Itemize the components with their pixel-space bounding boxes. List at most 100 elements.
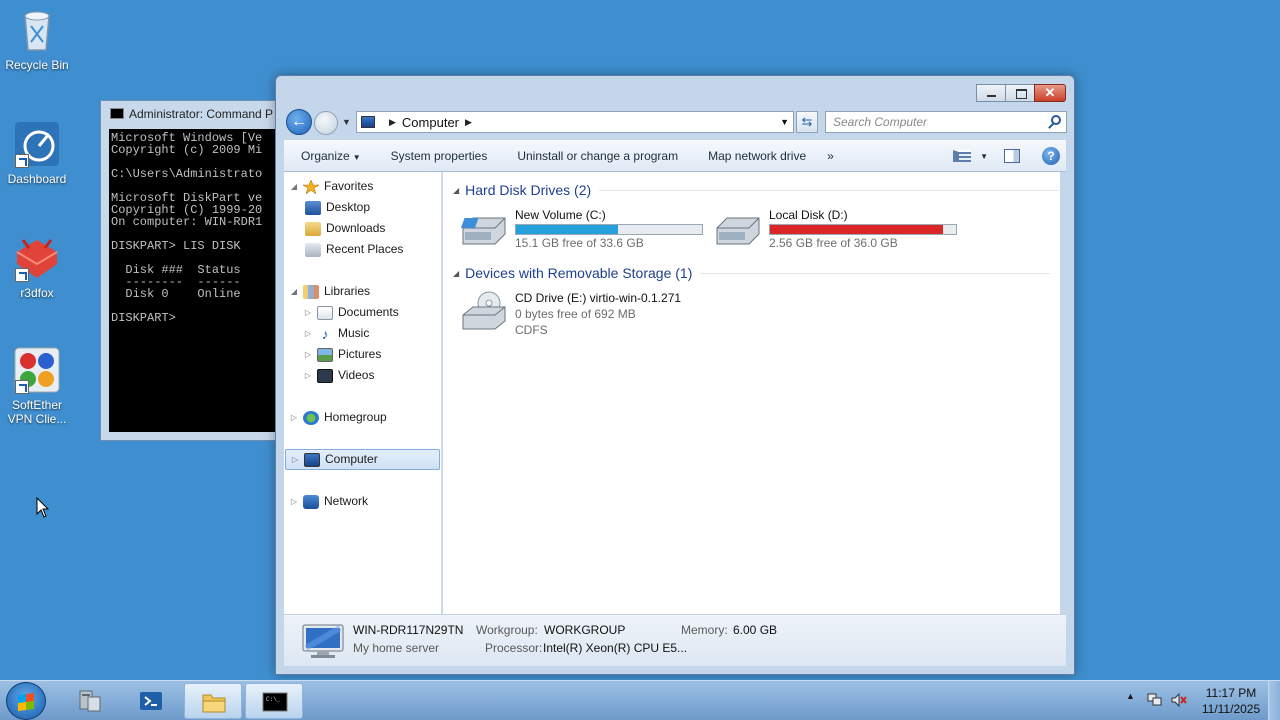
group-header-removable[interactable]: ◢ Devices with Removable Storage (1) — [453, 263, 1051, 283]
change-view-icon[interactable] — [953, 150, 972, 162]
recent-pages-dropdown[interactable]: ▼ — [342, 117, 351, 127]
nav-item-videos[interactable]: ▷ Videos — [302, 365, 374, 386]
star-icon — [303, 179, 319, 194]
uninstall-program-button[interactable]: Uninstall or change a program — [502, 149, 693, 163]
drive-d[interactable]: Local Disk (D:) 2.56 GB free of 36.0 GB — [715, 208, 957, 264]
help-icon[interactable]: ? — [1042, 147, 1060, 165]
group-divider — [700, 272, 1051, 274]
organize-button[interactable]: Organize ▼ — [284, 149, 376, 163]
group-divider — [599, 189, 1060, 191]
breadcrumb-chevron-icon[interactable]: ▶ — [389, 117, 396, 128]
navigation-pane[interactable]: ◢ Favorites Desktop Downloads Recent Pla… — [284, 172, 442, 614]
start-button[interactable] — [6, 682, 46, 720]
cmd-icon — [110, 108, 124, 119]
nav-item-homegroup[interactable]: ▷ Homegroup — [288, 407, 387, 428]
mouse-cursor-icon — [36, 497, 50, 518]
drive-c[interactable]: New Volume (C:) 15.1 GB free of 33.6 GB — [461, 208, 703, 264]
search-placeholder: Search Computer — [833, 115, 928, 129]
breadcrumb-computer[interactable]: Computer — [402, 115, 459, 130]
close-button[interactable]: ✕ — [1034, 84, 1066, 102]
window-controls: ✕ — [976, 84, 1066, 102]
address-bar[interactable]: ▶ Computer ▶ ▼ — [356, 111, 794, 133]
nav-item-desktop[interactable]: Desktop — [302, 197, 370, 218]
desktop-icon-r3dfox[interactable]: r3dfox — [0, 234, 74, 300]
expand-arrow-icon[interactable]: ▷ — [288, 407, 300, 428]
volume-muted-icon[interactable] — [1171, 693, 1187, 707]
view-options-dropdown-icon[interactable]: ▼ — [980, 152, 988, 161]
breadcrumb-chevron-icon[interactable]: ▶ — [465, 117, 472, 128]
hard-drive-icon — [461, 217, 506, 245]
taskbar-explorer[interactable] — [184, 683, 242, 719]
address-dropdown-icon[interactable]: ▼ — [780, 117, 789, 127]
drive-name: Local Disk (D:) — [769, 208, 848, 222]
forward-button[interactable] — [314, 111, 338, 135]
back-button[interactable]: ← — [286, 109, 312, 135]
content-pane[interactable]: ◢ Hard Disk Drives (2) New Volume (C:) 1… — [443, 172, 1060, 614]
desktop-icon-label: Dashboard — [7, 172, 67, 186]
taskbar-server-manager[interactable] — [60, 683, 118, 719]
details-pane: WIN-RDR117N29TN My home server Workgroup… — [284, 614, 1066, 666]
cmd-console[interactable]: Microsoft Windows [Ve Copyright (c) 2009… — [109, 129, 279, 432]
network-tray-icon[interactable] — [1147, 693, 1163, 707]
search-input[interactable]: Search Computer — [825, 111, 1067, 133]
collapse-arrow-icon[interactable]: ◢ — [288, 281, 300, 302]
memory-label: Memory: — [681, 623, 728, 637]
taskbar: C:\_ ▲ 11:17 PM 11/11/2025 — [0, 680, 1280, 720]
drive-name: CD Drive (E:) virtio-win-0.1.271 — [515, 291, 682, 305]
drive-usage-fill — [770, 225, 943, 234]
drive-e[interactable]: CD Drive (E:) virtio-win-0.1.271 0 bytes… — [461, 291, 761, 351]
desktop-icon-label: r3dfox — [20, 286, 54, 300]
drive-free-space: 15.1 GB free of 33.6 GB — [515, 236, 644, 250]
expand-arrow-icon[interactable]: ▷ — [302, 323, 314, 344]
desktop-icon-label: SoftEther VPN Clie... — [7, 398, 67, 426]
recycle-bin-icon — [13, 6, 61, 54]
nav-item-downloads[interactable]: Downloads — [302, 218, 385, 239]
dashboard-icon — [13, 120, 61, 168]
expand-arrow-icon[interactable]: ▷ — [302, 365, 314, 386]
windows-logo-icon — [18, 692, 34, 712]
documents-icon — [317, 305, 333, 320]
nav-item-libraries[interactable]: ◢ Libraries — [288, 281, 370, 302]
drive-filesystem: CDFS — [515, 323, 548, 337]
explorer-window[interactable]: ✕ ← ▼ ▶ Computer ▶ ▼ ⇆ Search Computer O… — [275, 75, 1075, 675]
folder-icon — [202, 694, 226, 713]
maximize-button[interactable] — [1005, 84, 1035, 102]
nav-item-favorites[interactable]: ◢ Favorites — [288, 176, 373, 197]
show-hidden-icons-button[interactable]: ▲ — [1126, 691, 1135, 701]
clock-date: 11/11/2025 — [1201, 702, 1261, 716]
system-clock[interactable]: 11:17 PM 11/11/2025 — [1196, 685, 1266, 717]
expand-arrow-icon[interactable]: ▷ — [288, 491, 300, 512]
map-network-drive-button[interactable]: Map network drive — [693, 149, 821, 163]
expand-arrow-icon[interactable]: ▷ — [302, 302, 314, 323]
preview-pane-icon[interactable] — [1004, 149, 1020, 163]
more-commands-button[interactable]: » — [821, 149, 849, 163]
nav-item-music[interactable]: ▷ ♪ Music — [302, 323, 369, 344]
expand-arrow-icon[interactable]: ▷ — [289, 449, 301, 470]
drive-free-space: 2.56 GB free of 36.0 GB — [769, 236, 898, 250]
minimize-button[interactable] — [976, 84, 1006, 102]
group-header-hard-disks[interactable]: ◢ Hard Disk Drives (2) — [453, 180, 1060, 200]
nav-item-documents[interactable]: ▷ Documents — [302, 302, 399, 323]
shortcut-arrow-icon — [15, 268, 29, 282]
expand-arrow-icon[interactable]: ▷ — [302, 344, 314, 365]
nav-item-pictures[interactable]: ▷ Pictures — [302, 344, 381, 365]
command-prompt-window[interactable]: Administrator: Command P Microsoft Windo… — [100, 100, 280, 441]
taskbar-powershell[interactable] — [122, 683, 180, 719]
cmd-titlebar[interactable]: Administrator: Command P — [101, 101, 279, 127]
collapse-arrow-icon[interactable]: ◢ — [288, 176, 300, 197]
desktop-icon-recycle-bin[interactable]: Recycle Bin — [0, 6, 74, 72]
search-icon[interactable] — [1051, 115, 1061, 125]
refresh-button[interactable]: ⇆ — [796, 111, 818, 133]
desktop-icon-softether[interactable]: SoftEther VPN Clie... — [0, 346, 74, 426]
workgroup-value: WORKGROUP — [544, 623, 626, 637]
command-bar: Organize ▼ System properties Uninstall or… — [284, 140, 1066, 172]
nav-item-network[interactable]: ▷ Network — [288, 491, 368, 512]
computer-icon — [304, 452, 320, 467]
nav-item-computer[interactable]: ▷ Computer — [285, 449, 440, 470]
taskbar-command-prompt[interactable]: C:\_ — [245, 683, 303, 719]
system-properties-button[interactable]: System properties — [376, 149, 503, 163]
show-desktop-button[interactable] — [1268, 681, 1280, 720]
nav-item-recent-places[interactable]: Recent Places — [302, 239, 403, 260]
navigation-bar: ← ▼ ▶ Computer ▶ ▼ ⇆ Search Computer — [284, 108, 1067, 136]
desktop-icon-dashboard[interactable]: Dashboard — [0, 120, 74, 186]
